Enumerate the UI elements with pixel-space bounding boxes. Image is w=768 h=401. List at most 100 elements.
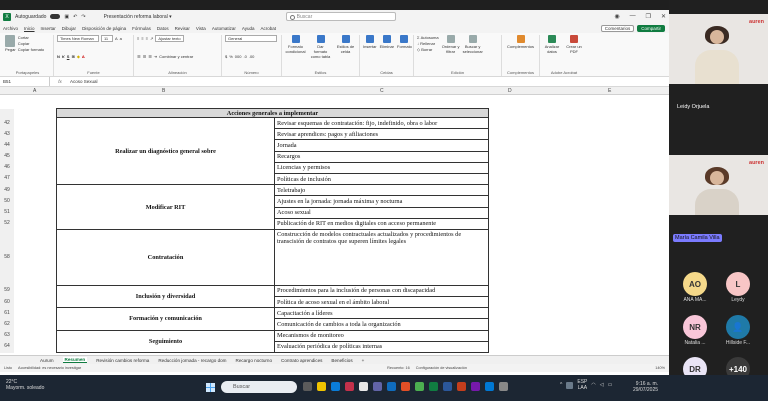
taskbar-search[interactable]: Buscar: [221, 381, 297, 393]
app-icon[interactable]: [499, 382, 508, 391]
tray-icon[interactable]: [566, 381, 574, 389]
row-header[interactable]: 42: [0, 117, 14, 129]
table-cell[interactable]: Jornada: [274, 139, 489, 152]
video-tile-1[interactable]: auren: [669, 14, 768, 84]
borders-icon[interactable]: ⊞: [71, 54, 74, 59]
group-formacion[interactable]: Formación y comunicación: [56, 307, 275, 331]
table-cell[interactable]: Política de acoso sexual en el ámbito la…: [274, 296, 489, 309]
app-icon[interactable]: [345, 382, 354, 391]
table-cell[interactable]: Capacitación a líderes: [274, 307, 489, 320]
undo-icon[interactable]: ↶: [73, 14, 77, 20]
fill-color-icon[interactable]: ◆: [77, 54, 80, 59]
format-cells-label[interactable]: Formato: [397, 44, 412, 49]
group-diagnostico[interactable]: Realizar un diagnóstico general sobre: [56, 116, 275, 186]
excel-icon[interactable]: [429, 382, 438, 391]
close-icon[interactable]: ✕: [661, 13, 666, 20]
teams-icon[interactable]: [373, 382, 382, 391]
conditional-format-label[interactable]: Formato condicional: [285, 44, 306, 54]
account-icon[interactable]: ◉: [614, 13, 619, 20]
tray-chevron-icon[interactable]: ^: [560, 382, 562, 388]
decrease-decimal-icon[interactable]: .00: [249, 54, 255, 59]
row-header[interactable]: [0, 108, 14, 118]
autosum-button[interactable]: Σ Autosuma: [417, 35, 439, 40]
group-inclusion[interactable]: Inclusión y diversidad: [56, 284, 275, 309]
menu-acrobat[interactable]: Acrobat: [261, 26, 277, 31]
word-icon[interactable]: [443, 382, 452, 391]
wrap-text-button[interactable]: Ajustar texto: [155, 35, 184, 42]
search-box[interactable]: Buscar: [285, 12, 396, 21]
find-select-icon[interactable]: [468, 35, 477, 43]
minimize-icon[interactable]: —: [630, 13, 636, 20]
analyze-data-label[interactable]: Analizar datos: [543, 44, 561, 54]
paste-icon[interactable]: [5, 35, 16, 47]
table-cell[interactable]: Revisar aprendices: pagos y afiliaciones: [274, 128, 489, 141]
table-cell[interactable]: Políticas de inclusión: [274, 172, 489, 186]
maximize-icon[interactable]: ❐: [646, 13, 651, 20]
table-cell[interactable]: Publicación de RIT en medios digitales c…: [274, 217, 489, 230]
row-header[interactable]: 44: [0, 139, 14, 152]
column-header-d[interactable]: D: [508, 88, 512, 94]
group-seguimiento[interactable]: Seguimiento: [56, 329, 275, 354]
save-icon[interactable]: ▣: [64, 14, 69, 20]
row-header[interactable]: 58: [0, 229, 14, 286]
addins-icon[interactable]: [516, 35, 525, 43]
row-header[interactable]: 47: [0, 173, 14, 185]
row-header[interactable]: 46: [0, 162, 14, 174]
participant-avatar[interactable]: NR: [683, 315, 707, 339]
row-header[interactable]: 62: [0, 318, 14, 331]
name-box[interactable]: B51: [0, 77, 50, 86]
format-table-label[interactable]: Dar formato como tabla: [310, 44, 331, 59]
weather-widget[interactable]: 22°C Mayorm. soleado: [6, 379, 44, 391]
participant-avatar[interactable]: L: [726, 272, 750, 296]
table-header[interactable]: Acciones generales a implementar: [56, 108, 489, 118]
number-format-select[interactable]: General: [225, 35, 277, 42]
table-cell[interactable]: Revisar esquemas de contratación: fijo, …: [274, 116, 489, 130]
indent-icon[interactable]: ⇥: [154, 54, 157, 59]
sheet-tab[interactable]: Reducción jornada - recargo dom: [158, 358, 226, 363]
font-color-icon[interactable]: A: [82, 54, 85, 59]
create-pdf-label[interactable]: Crear un PDF: [565, 44, 583, 54]
comments-button[interactable]: Comentarios: [600, 24, 635, 32]
table-cell[interactable]: Licencias y permisos: [274, 161, 489, 174]
app-icon[interactable]: [401, 382, 410, 391]
format-cells-icon[interactable]: [400, 35, 409, 43]
table-cell[interactable]: Ajustes en la jornada: jornada máxima y …: [274, 195, 489, 208]
menu-archivo[interactable]: Archivo: [3, 26, 18, 31]
row-header[interactable]: 52: [0, 218, 14, 230]
table-cell[interactable]: Evaluación periódica de políticas intern…: [274, 340, 489, 354]
group-modificar-rit[interactable]: Modificar RIT: [56, 184, 275, 230]
increase-decimal-icon[interactable]: .0: [243, 54, 246, 59]
find-select-label[interactable]: Buscar y seleccionar: [463, 44, 483, 54]
battery-icon[interactable]: ▭: [608, 382, 613, 388]
clock[interactable]: 9:16 a. m. 29/07/2025: [633, 381, 658, 393]
share-button[interactable]: Compartir: [637, 24, 665, 32]
table-cell[interactable]: Teletrabajo: [274, 184, 489, 197]
row-header[interactable]: 49: [0, 184, 14, 196]
delete-cells-icon[interactable]: [382, 35, 391, 43]
row-header[interactable]: 51: [0, 207, 14, 219]
bold-icon[interactable]: N: [57, 54, 60, 59]
row-header[interactable]: 45: [0, 151, 14, 163]
document-title[interactable]: Presentación reforma laboral ▾: [104, 14, 172, 20]
chrome-icon[interactable]: [415, 382, 424, 391]
table-cell[interactable]: Mecanismos de monitoreo: [274, 329, 489, 342]
redo-icon[interactable]: ↷: [81, 14, 85, 20]
sheet-tab[interactable]: Beneficios: [331, 358, 352, 363]
edge-icon[interactable]: [331, 382, 340, 391]
insert-cells-label[interactable]: Insertar: [363, 44, 377, 49]
onenote-icon[interactable]: [471, 382, 480, 391]
row-header[interactable]: 50: [0, 195, 14, 207]
row-header[interactable]: 43: [0, 128, 14, 140]
accessibility-status[interactable]: Accesibilidad: es necesario investigar: [18, 366, 81, 370]
fx-icon[interactable]: fx: [50, 79, 70, 84]
outlook-icon[interactable]: [387, 382, 396, 391]
row-header[interactable]: 63: [0, 330, 14, 342]
menu-disposicion[interactable]: Disposición de página: [82, 26, 126, 31]
menu-automatizar[interactable]: Automatizar: [212, 26, 236, 31]
comma-icon[interactable]: 000: [235, 54, 242, 59]
table-cell-selected[interactable]: Acoso sexual: [274, 206, 489, 219]
menu-formulas[interactable]: Fórmulas: [132, 26, 151, 31]
sort-filter-icon[interactable]: [446, 35, 455, 43]
addins-label[interactable]: Complementos: [505, 44, 536, 49]
row-header[interactable]: 60: [0, 296, 14, 308]
